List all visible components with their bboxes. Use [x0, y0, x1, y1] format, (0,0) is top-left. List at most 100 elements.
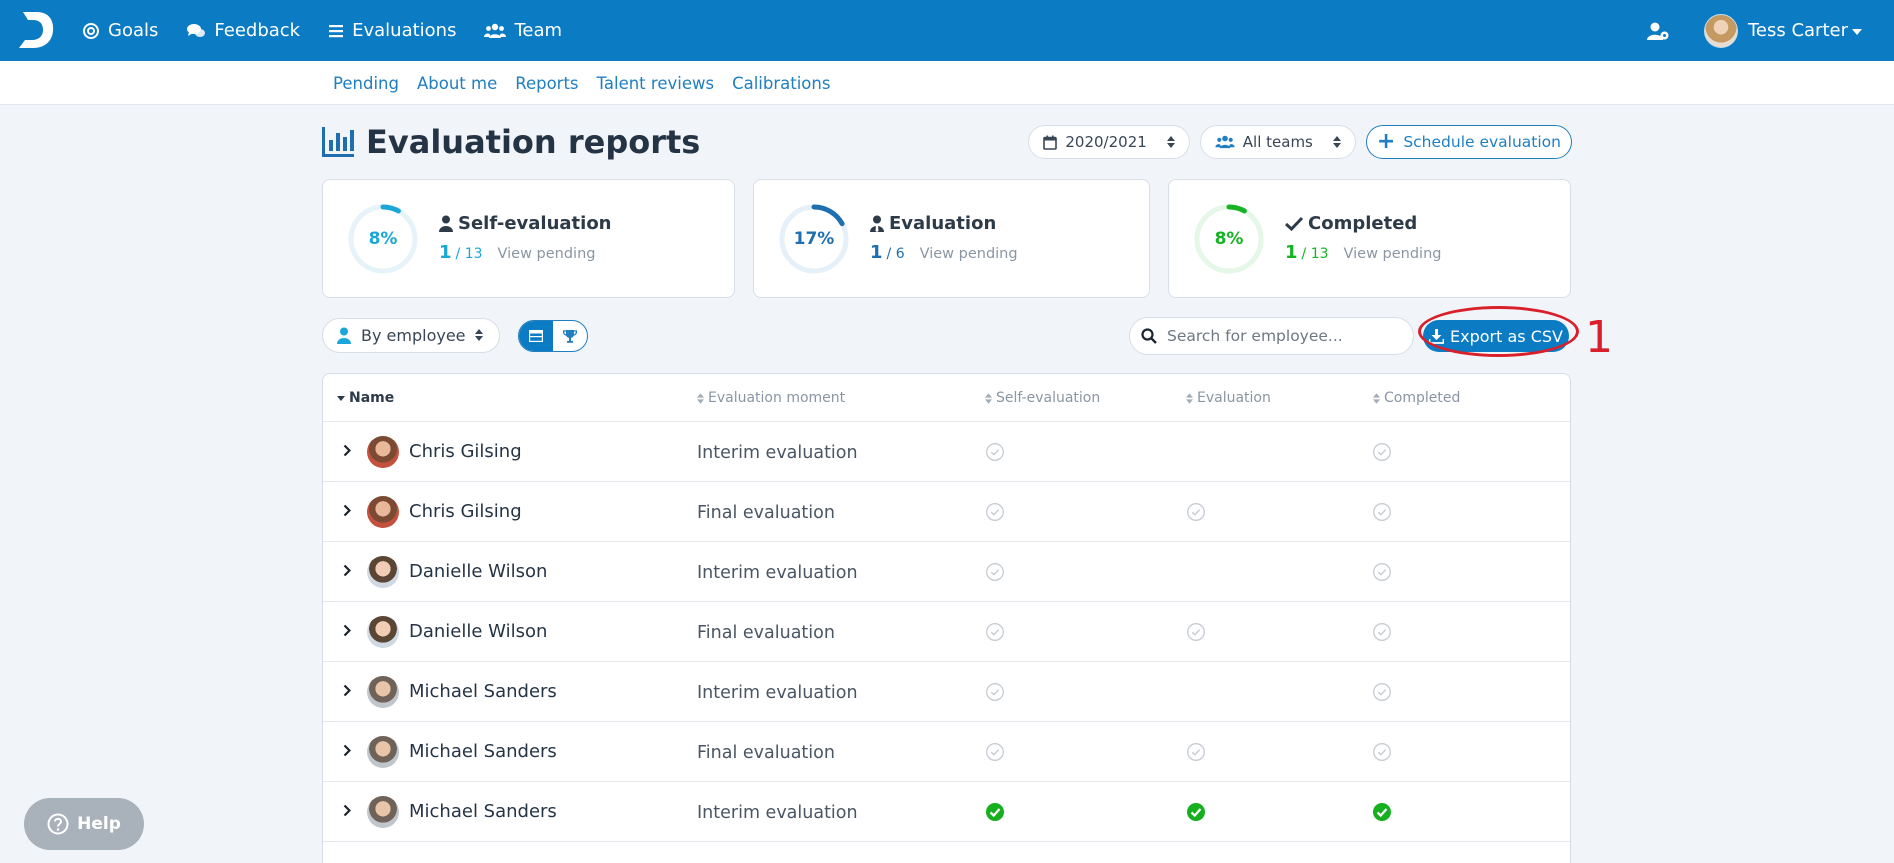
check-circle-outline-icon: [986, 563, 1004, 581]
evaluation-moment: Interim evaluation: [697, 803, 858, 823]
check-circle-outline-icon: [1373, 743, 1391, 761]
view-pending-link[interactable]: View pending: [498, 246, 596, 262]
card-count-num: 1: [1285, 242, 1298, 263]
chevron-right-icon[interactable]: [343, 804, 351, 817]
user-settings-icon[interactable]: [1646, 21, 1670, 41]
subnav-about-me[interactable]: About me: [417, 74, 497, 93]
user-name[interactable]: Tess Carter: [1748, 20, 1848, 41]
card-count: 1 / 6 View pending: [870, 242, 1018, 263]
column-self-evaluation[interactable]: Self-evaluation: [985, 390, 1100, 406]
employee-name[interactable]: Danielle Wilson: [409, 561, 547, 582]
table-row[interactable]: Chris Gilsing Final evaluation: [323, 482, 1570, 542]
chevron-right-icon[interactable]: [343, 504, 351, 517]
user-icon: [337, 327, 351, 344]
check-circle-filled-icon: [1187, 803, 1205, 821]
subnav-pending[interactable]: Pending: [333, 74, 399, 93]
view-pending-link[interactable]: View pending: [920, 246, 1018, 262]
avatar: [367, 616, 399, 648]
check-circle-outline-icon: [1373, 623, 1391, 641]
column-completed[interactable]: Completed: [1373, 390, 1460, 406]
self-evaluation-card: 8% Self-evaluation 1 / 13 View pending: [322, 179, 735, 298]
search-input[interactable]: [1167, 327, 1397, 345]
chevron-right-icon[interactable]: [343, 624, 351, 637]
user-tie-icon: [870, 215, 884, 232]
column-evaluation[interactable]: Evaluation: [1186, 390, 1271, 406]
user-avatar[interactable]: [1703, 13, 1738, 48]
avatar: [367, 736, 399, 768]
help-button[interactable]: Help: [24, 798, 144, 850]
chevron-right-icon[interactable]: [343, 744, 351, 757]
progress-percent: 8%: [368, 229, 398, 249]
table-row[interactable]: Danielle Wilson Interim evaluation: [323, 542, 1570, 602]
chevron-down-icon[interactable]: [1852, 28, 1862, 35]
sort-desc-icon: [337, 396, 345, 401]
avatar: [367, 676, 399, 708]
evaluation-moment: Final evaluation: [697, 623, 835, 643]
chevron-right-icon[interactable]: [343, 564, 351, 577]
card-count: 1 / 13 View pending: [1285, 242, 1441, 263]
view-pending-link[interactable]: View pending: [1344, 246, 1442, 262]
subnav-reports[interactable]: Reports: [515, 74, 578, 93]
avatar: [367, 796, 399, 828]
help-label: Help: [77, 814, 121, 834]
column-evaluation-moment-label: Evaluation moment: [708, 390, 846, 406]
group-by-select[interactable]: By employee: [322, 318, 500, 353]
subnav-calibrations[interactable]: Calibrations: [732, 74, 830, 93]
employee-name[interactable]: Michael Sanders: [409, 801, 557, 822]
nav-feedback[interactable]: Feedback: [186, 20, 300, 41]
nav-goals[interactable]: Goals: [82, 20, 158, 41]
year-select-value: 2020/2021: [1065, 133, 1147, 151]
check-circle-outline-icon: [986, 743, 1004, 761]
table-header: Name Evaluation moment Self-evaluation E…: [323, 374, 1570, 422]
employee-name[interactable]: Michael Sanders: [409, 681, 557, 702]
table-body: Chris Gilsing Interim evaluation Chris Gil…: [323, 422, 1570, 842]
table-icon: [529, 330, 543, 342]
nav-team[interactable]: Team: [484, 20, 562, 41]
table-row[interactable]: Michael Sanders Interim evaluation: [323, 662, 1570, 722]
view-toggle: [518, 320, 588, 352]
evaluations-table: Name Evaluation moment Self-evaluation E…: [322, 373, 1571, 863]
question-circle-icon: [47, 813, 69, 835]
employee-name[interactable]: Chris Gilsing: [409, 501, 522, 522]
trophy-view-button[interactable]: [553, 321, 587, 351]
export-csv-label: Export as CSV: [1450, 326, 1563, 346]
year-select[interactable]: 2020/2021: [1028, 125, 1190, 159]
table-row[interactable]: Michael Sanders Interim evaluation: [323, 782, 1570, 842]
employee-name[interactable]: Chris Gilsing: [409, 441, 522, 462]
evaluation-moment: Final evaluation: [697, 503, 835, 523]
schedule-evaluation-button[interactable]: + Schedule evaluation: [1365, 125, 1572, 159]
card-title-text: Completed: [1308, 213, 1418, 234]
check-circle-outline-icon: [986, 443, 1004, 461]
check-circle-outline-icon: [986, 503, 1004, 521]
check-circle-outline-icon: [1187, 623, 1205, 641]
sub-navbar: Pending About me Reports Talent reviews …: [0, 61, 1894, 105]
table-row[interactable]: Michael Sanders Final evaluation: [323, 722, 1570, 782]
nav-team-label: Team: [514, 20, 563, 41]
header-controls: 2020/2021 All teams + Schedule evaluatio…: [1018, 125, 1572, 159]
nav-evaluations[interactable]: Evaluations: [328, 20, 456, 41]
employee-name[interactable]: Danielle Wilson: [409, 621, 547, 642]
export-csv-button[interactable]: Export as CSV: [1423, 320, 1569, 352]
employee-name[interactable]: Michael Sanders: [409, 741, 557, 762]
nav-feedback-label: Feedback: [214, 20, 301, 41]
table-view-button[interactable]: [519, 321, 553, 351]
download-icon: [1429, 328, 1445, 344]
target-icon: [83, 22, 99, 39]
subnav-talent-reviews[interactable]: Talent reviews: [597, 74, 715, 93]
plus-icon: +: [1376, 129, 1396, 154]
column-self-evaluation-label: Self-evaluation: [996, 390, 1101, 406]
card-count: 1 / 13 View pending: [439, 242, 595, 263]
column-evaluation-moment[interactable]: Evaluation moment: [697, 390, 845, 406]
deepdive-logo-icon[interactable]: [17, 10, 55, 50]
chevron-right-icon[interactable]: [343, 684, 351, 697]
evaluation-moment: Interim evaluation: [697, 563, 858, 583]
table-row[interactable]: Danielle Wilson Final evaluation: [323, 602, 1570, 662]
column-name[interactable]: Name: [337, 390, 394, 406]
team-select[interactable]: All teams: [1199, 125, 1356, 159]
card-title-text: Evaluation: [889, 213, 997, 234]
schedule-evaluation-label: Schedule evaluation: [1403, 133, 1561, 151]
nav-evaluations-label: Evaluations: [352, 20, 457, 41]
card-count-den: / 13: [1301, 246, 1329, 262]
chevron-right-icon[interactable]: [343, 444, 351, 457]
table-row[interactable]: Chris Gilsing Interim evaluation: [323, 422, 1570, 482]
